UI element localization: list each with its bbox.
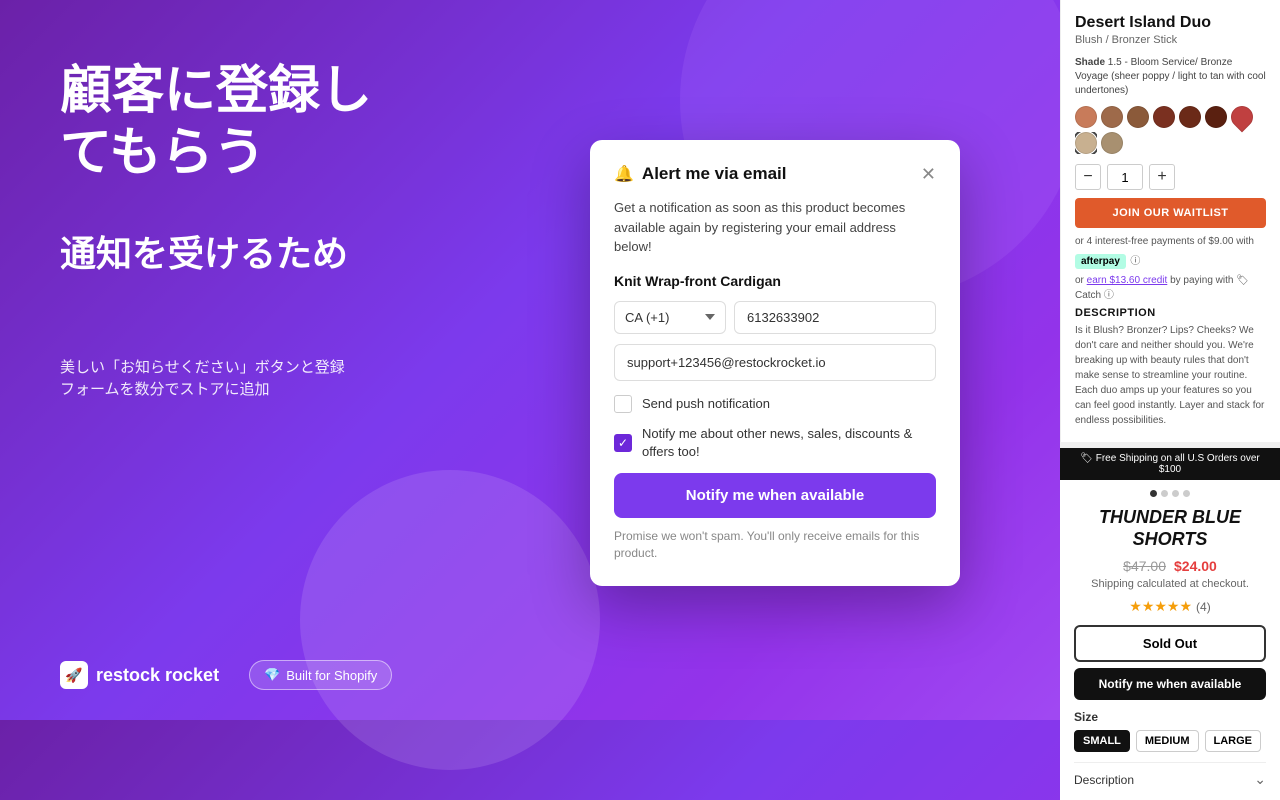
close-button[interactable]: ✕ <box>921 165 936 183</box>
description-heading: DESCRIPTION <box>1075 307 1266 319</box>
shade-label: Shade 1.5 - Bloom Service/ Bronze Voyage… <box>1075 56 1266 98</box>
phone-number-input[interactable] <box>734 301 936 334</box>
swatch-9[interactable] <box>1101 132 1123 154</box>
stars-display: ★★★★★ <box>1129 598 1192 615</box>
main-title: 顧客に登録し てもらう <box>60 60 500 185</box>
product-panel-top: Desert Island Duo Blush / Bronzer Stick … <box>1060 0 1280 442</box>
push-notification-checkbox[interactable] <box>614 395 632 413</box>
afterpay-badge: afterpay <box>1075 254 1126 269</box>
swatch-2[interactable] <box>1101 106 1123 128</box>
diamond-icon: 💎 <box>264 667 280 683</box>
price-row: $47.00 $24.00 <box>1074 558 1266 574</box>
sold-out-button[interactable]: Sold Out <box>1074 625 1266 662</box>
qty-input[interactable] <box>1107 164 1143 190</box>
qty-decrease-btn[interactable]: − <box>1075 164 1101 190</box>
swatch-1[interactable] <box>1075 106 1097 128</box>
bg-decoration-2 <box>300 470 600 770</box>
notify-button[interactable]: Notify me when available <box>614 473 936 518</box>
brand-logo: 🚀 restock rocket <box>60 661 219 689</box>
qty-row: − + <box>1075 164 1266 190</box>
price-original: $47.00 <box>1123 558 1166 574</box>
push-notification-label: Send push notification <box>642 395 770 413</box>
modal-description: Get a notification as soon as this produ… <box>614 198 936 257</box>
size-medium[interactable]: MEDIUM <box>1136 730 1199 752</box>
spam-note: Promise we won't spam. You'll only recei… <box>614 528 936 562</box>
description-label: Description <box>1074 773 1134 787</box>
rocket-icon: 🚀 <box>60 661 88 689</box>
product-panel-bottom: 🏷 Free Shipping on all U.S Orders over $… <box>1060 442 1280 800</box>
price-sale: $24.00 <box>1174 558 1217 574</box>
chevron-down-icon: ⌄ <box>1254 771 1266 788</box>
swatch-8[interactable] <box>1075 132 1097 154</box>
shipping-note: Shipping calculated at checkout. <box>1074 578 1266 590</box>
swatch-5[interactable] <box>1179 106 1201 128</box>
catch-link[interactable]: earn $13.60 credit <box>1087 275 1168 286</box>
swatch-4[interactable] <box>1153 106 1175 128</box>
modal-title-text: Alert me via email <box>642 164 787 184</box>
size-label: Size <box>1074 710 1266 724</box>
phone-row: CA (+1) US (+1) UK (+44) <box>614 301 936 334</box>
brand-row: 🚀 restock rocket 💎 Built for Shopify <box>60 660 392 690</box>
right-section: Desert Island Duo Blush / Bronzer Stick … <box>1060 0 1280 720</box>
size-small[interactable]: SMALL <box>1074 730 1130 752</box>
qty-increase-btn[interactable]: + <box>1149 164 1175 190</box>
shopify-label: Built for Shopify <box>286 668 377 683</box>
color-swatches <box>1075 106 1266 154</box>
news-notification-label: Notify me about other news, sales, disco… <box>642 425 936 461</box>
modal-title-row: 🔔 Alert me via email <box>614 164 787 184</box>
panel-top-subtitle: Blush / Bronzer Stick <box>1075 34 1266 46</box>
phone-country-select[interactable]: CA (+1) US (+1) UK (+44) <box>614 301 726 334</box>
news-notification-checkbox[interactable]: ✓ <box>614 434 632 452</box>
dot-3[interactable] <box>1172 490 1179 497</box>
dot-4[interactable] <box>1183 490 1190 497</box>
dot-indicators <box>1074 490 1266 497</box>
stars-row: ★★★★★ (4) <box>1074 598 1266 615</box>
review-count: (4) <box>1196 600 1211 614</box>
modal-header: 🔔 Alert me via email ✕ <box>614 164 936 184</box>
panel-top-title: Desert Island Duo <box>1075 14 1266 32</box>
sub-title: 通知を受けるため <box>60 225 500 277</box>
bell-icon: 🔔 <box>614 164 634 184</box>
dot-1[interactable] <box>1150 490 1157 497</box>
swatch-3[interactable] <box>1127 106 1149 128</box>
description-row[interactable]: Description ⌄ <box>1074 762 1266 788</box>
swatch-7[interactable] <box>1226 101 1257 132</box>
modal-product-name: Knit Wrap-front Cardigan <box>614 273 936 289</box>
brand-name: restock rocket <box>96 665 219 686</box>
dot-2[interactable] <box>1161 490 1168 497</box>
description-text: 美しい「お知らせください」ボタンと登録 フォームを数分でストアに追加 <box>60 357 500 402</box>
size-row: SMALL MEDIUM LARGE <box>1074 730 1266 752</box>
catch-text: or earn $13.60 credit by paying with 🏷 C… <box>1075 275 1266 301</box>
left-section: 顧客に登録し てもらう 通知を受けるため 美しい「お知らせください」ボタンと登録… <box>60 60 500 452</box>
swatch-6[interactable] <box>1205 106 1227 128</box>
waitlist-button[interactable]: JOIN OUR WAITLIST <box>1075 198 1266 228</box>
news-notification-row[interactable]: ✓ Notify me about other news, sales, dis… <box>614 425 936 461</box>
shopify-badge: 💎 Built for Shopify <box>249 660 392 690</box>
afterpay-text: or 4 interest-free payments of $9.00 wit… <box>1075 236 1266 247</box>
description-text-panel: Is it Blush? Bronzer? Lips? Cheeks? We d… <box>1075 323 1266 428</box>
alert-modal: 🔔 Alert me via email ✕ Get a notificatio… <box>590 140 960 586</box>
notify-me-button[interactable]: Notify me when available <box>1074 668 1266 700</box>
product-b-name: THUNDER BLUE SHORTS <box>1074 507 1266 550</box>
size-large[interactable]: LARGE <box>1205 730 1262 752</box>
push-notification-row[interactable]: Send push notification <box>614 395 936 413</box>
email-input[interactable] <box>614 344 936 381</box>
shipping-banner: 🏷 Free Shipping on all U.S Orders over $… <box>1060 448 1280 480</box>
